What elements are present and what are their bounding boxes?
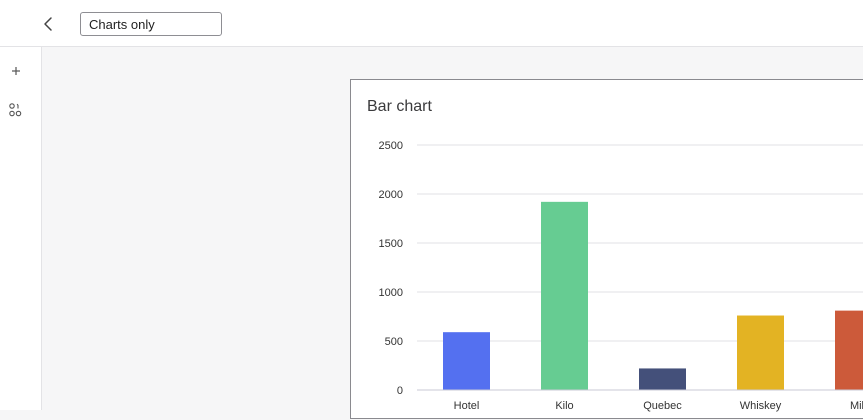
bar-kilo[interactable]: [541, 201, 588, 390]
bar-quebec[interactable]: [639, 368, 686, 390]
x-tick-label: Mik: [850, 400, 863, 412]
back-button[interactable]: [38, 13, 60, 35]
y-tick-label: 500: [385, 336, 403, 348]
widgets-icon: [9, 103, 22, 117]
x-tick-label: Kilo: [555, 400, 573, 412]
widgets-button[interactable]: [6, 100, 26, 120]
add-button[interactable]: [6, 61, 26, 81]
y-tick-label: 2500: [379, 140, 403, 152]
y-tick-label: 2000: [379, 189, 403, 201]
bar-whiskey[interactable]: [737, 315, 784, 390]
bar-chart: 0 500 1000 1500 2000 2500 Hotel Kilo Quebec Whisk…: [379, 140, 863, 412]
x-tick-label: Whiskey: [740, 400, 782, 412]
chart-card[interactable]: Bar chart 0 500 1000 1500 2000 2500 Hotel Kilo Q…: [350, 79, 863, 419]
y-tick-label: 1000: [379, 287, 403, 299]
top-toolbar: [0, 0, 863, 47]
bar-hotel[interactable]: [443, 332, 490, 390]
x-tick-label: Quebec: [643, 400, 682, 412]
plus-icon: [12, 67, 20, 75]
bar-mik[interactable]: [835, 310, 863, 390]
chevron-left-icon: [44, 17, 52, 31]
y-tick-label: 1500: [379, 238, 403, 250]
y-tick-label: 0: [397, 385, 403, 397]
left-sidebar: [0, 47, 42, 410]
dashboard-name-input[interactable]: [80, 12, 222, 36]
x-tick-label: Hotel: [454, 400, 480, 412]
